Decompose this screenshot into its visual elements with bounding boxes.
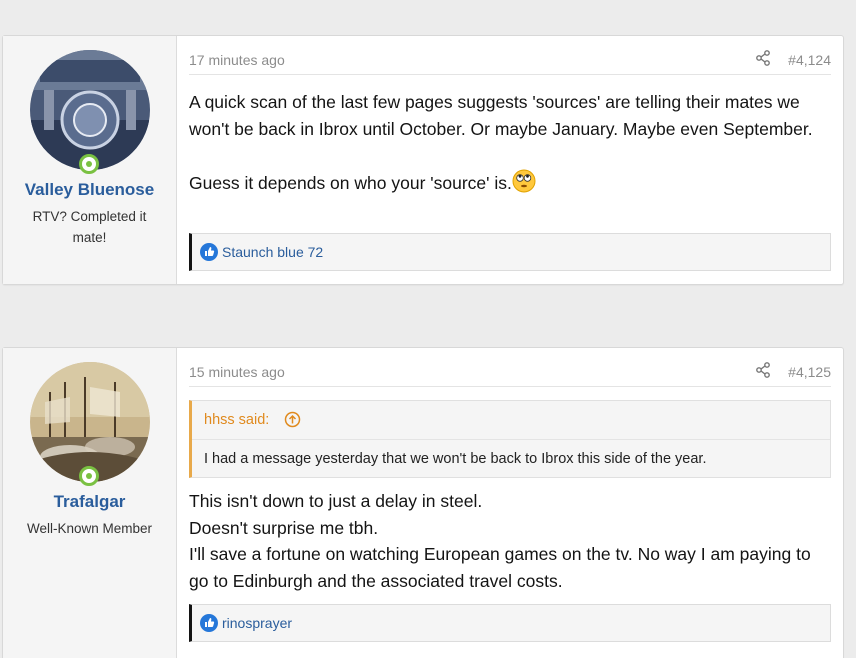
online-status-icon xyxy=(79,154,99,174)
quote-text: I had a message yesterday that we won't … xyxy=(204,451,707,467)
message-text: Guess it depends on who your 'source' is… xyxy=(189,173,512,193)
quote-header[interactable]: hhss said: xyxy=(192,401,830,440)
message-cell: 17 minutes ago #4,124 A quick scan of th… xyxy=(177,36,843,284)
reactions-bar[interactable]: Staunch blue 72 xyxy=(189,233,831,271)
user-title: Well-Known Member xyxy=(26,521,153,536)
quote-arrow-up-icon[interactable] xyxy=(284,411,301,428)
message-body: A quick scan of the last few pages sugge… xyxy=(189,89,823,197)
message-paragraph: Guess it depends on who your 'source' is… xyxy=(189,169,823,197)
message-line: I'll save a fortune on watching European… xyxy=(189,544,811,591)
message-paragraph: A quick scan of the last few pages sugge… xyxy=(189,92,813,139)
user-cell: Valley Bluenose RTV? Completed it mate! xyxy=(3,36,177,284)
avatar[interactable] xyxy=(30,50,150,170)
reaction-users-link[interactable]: rinosprayer xyxy=(222,615,292,631)
message-header: 15 minutes ago #4,125 xyxy=(189,358,831,387)
user-cell: Trafalgar Well-Known Member xyxy=(3,348,177,658)
eye-roll-emoji xyxy=(512,169,536,193)
share-icon[interactable] xyxy=(755,362,771,378)
message-header: 17 minutes ago #4,124 xyxy=(189,46,831,75)
post-number[interactable]: #4,124 xyxy=(788,52,831,68)
quote-author[interactable]: hhss said: xyxy=(204,412,269,428)
like-icon xyxy=(200,243,218,261)
message-cell: 15 minutes ago #4,125 hhss said: I had a… xyxy=(177,348,843,658)
username[interactable]: Valley Bluenose xyxy=(3,180,176,200)
post-number[interactable]: #4,125 xyxy=(788,364,831,380)
like-icon xyxy=(200,614,218,632)
avatar[interactable] xyxy=(30,362,150,482)
username[interactable]: Trafalgar xyxy=(3,492,176,512)
quote-block: hhss said: I had a message yesterday tha… xyxy=(189,400,831,478)
online-status-icon xyxy=(79,466,99,486)
reaction-users-link[interactable]: Staunch blue 72 xyxy=(222,244,323,260)
user-title: RTV? Completed it mate! xyxy=(32,209,147,245)
post-time[interactable]: 17 minutes ago xyxy=(189,52,285,68)
reactions-bar[interactable]: rinosprayer xyxy=(189,604,831,642)
post-4124: Valley Bluenose RTV? Completed it mate! … xyxy=(2,35,844,285)
post-time[interactable]: 15 minutes ago xyxy=(189,364,285,380)
share-icon[interactable] xyxy=(755,50,771,66)
message-body: This isn't down to just a delay in steel… xyxy=(189,488,823,594)
message-line: This isn't down to just a delay in steel… xyxy=(189,491,483,511)
post-4125: Trafalgar Well-Known Member 15 minutes a… xyxy=(2,347,844,658)
message-line: Doesn't surprise me tbh. xyxy=(189,517,379,538)
